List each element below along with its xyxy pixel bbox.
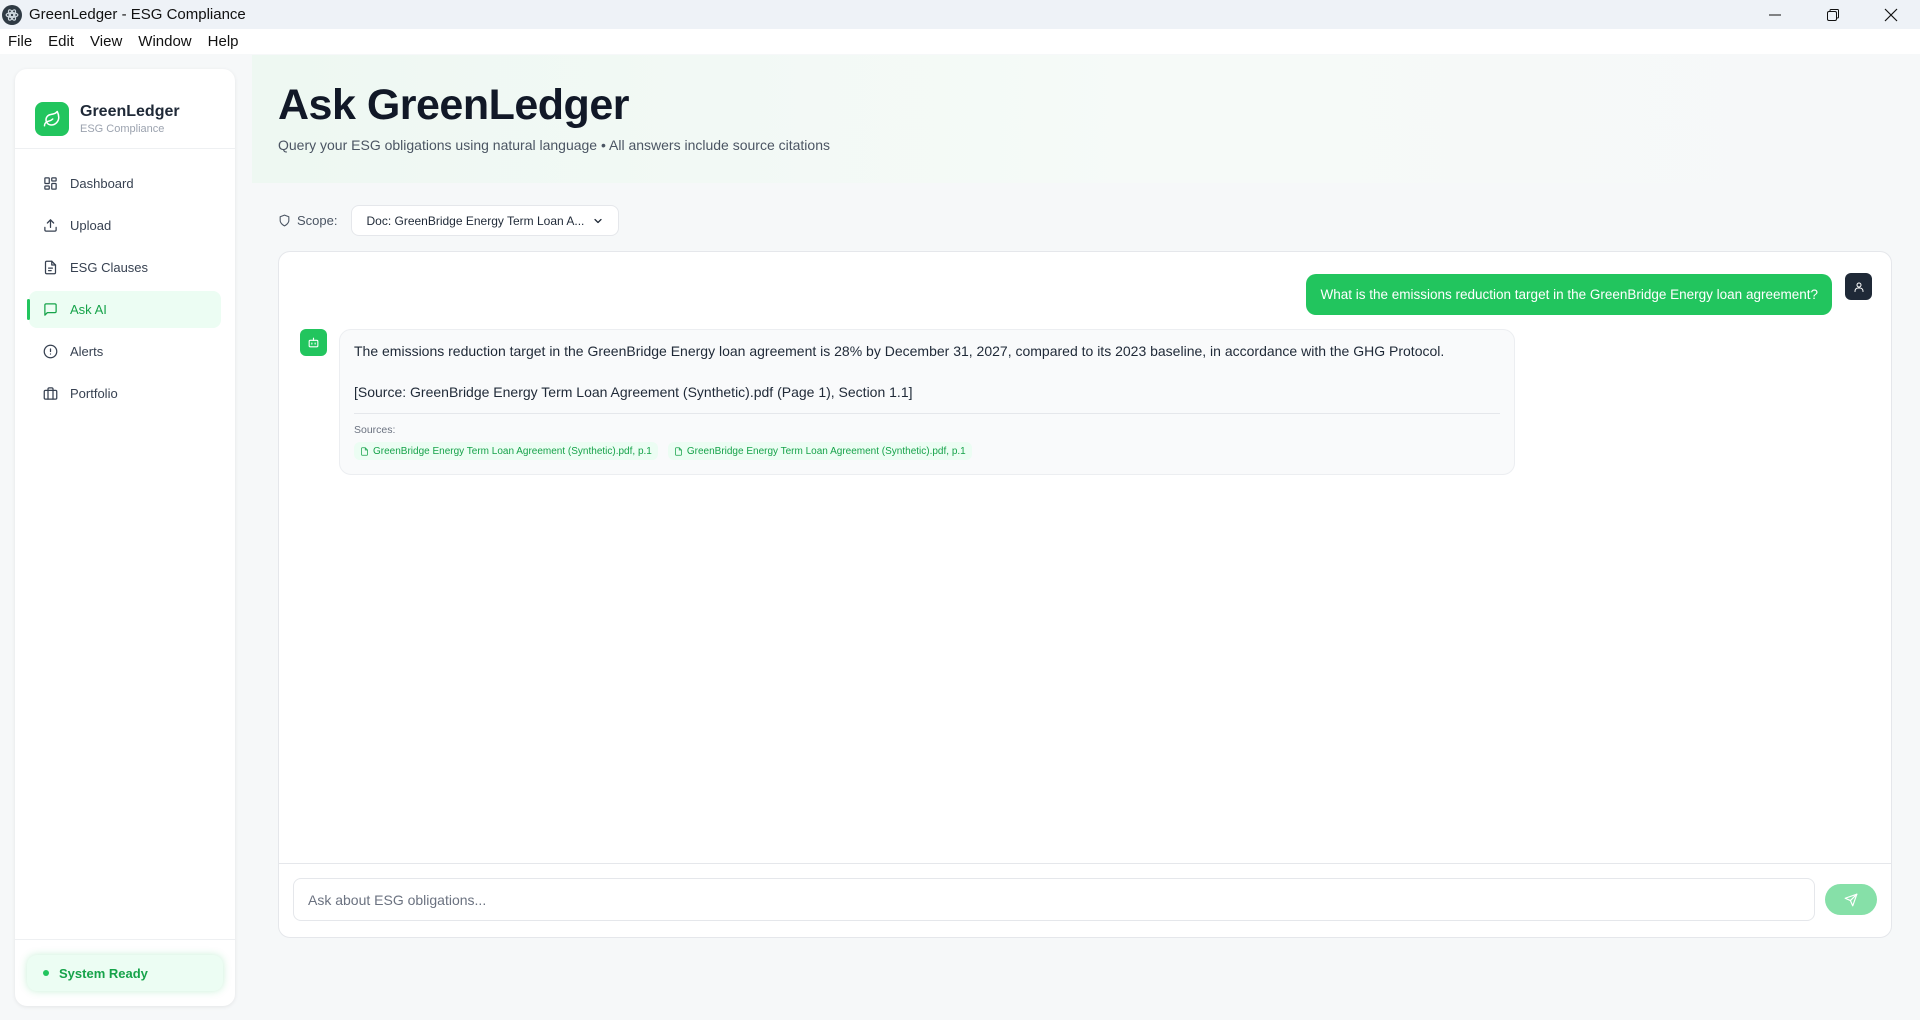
file-icon <box>361 446 368 456</box>
dashboard-icon <box>44 177 57 190</box>
brand-subtitle: ESG Compliance <box>80 123 165 135</box>
app-icon <box>2 4 22 25</box>
sidebar-item-label: Dashboard <box>70 176 134 191</box>
shield-icon <box>279 214 290 227</box>
bot-icon <box>308 337 319 348</box>
leaf-icon <box>35 102 69 136</box>
title-bar: GreenLedger - ESG Compliance <box>0 0 1920 29</box>
scope-selected: Doc: GreenBridge Energy Term Loan A... <box>366 213 585 228</box>
brand-name: GreenLedger <box>80 103 180 120</box>
close-icon <box>1884 8 1898 21</box>
page-subtitle: Query your ESG obligations using natural… <box>278 137 830 153</box>
menu-edit[interactable]: Edit <box>48 33 74 50</box>
sidebar-item-portfolio[interactable]: Portfolio <box>29 375 221 412</box>
chat-input[interactable] <box>293 878 1815 921</box>
sidebar-item-dashboard[interactable]: Dashboard <box>29 165 221 202</box>
window-title: GreenLedger - ESG Compliance <box>29 6 246 23</box>
minimize-icon <box>1769 14 1781 15</box>
send-icon <box>1844 893 1858 906</box>
restore-icon <box>1827 8 1839 21</box>
sidebar-item-label: ESG Clauses <box>70 260 149 275</box>
scope-row: Scope: Doc: GreenBridge Energy Term Loan… <box>278 205 620 236</box>
sidebar-item-ask-ai[interactable]: Ask AI <box>27 291 221 328</box>
window-controls <box>1746 0 1920 29</box>
page-header: Ask GreenLedger Query your ESG obligatio… <box>252 55 1920 183</box>
menu-view[interactable]: View <box>90 33 122 50</box>
source-chip-label: GreenBridge Energy Term Loan Agreement (… <box>373 445 652 457</box>
sidebar-item-label: Upload <box>70 218 112 233</box>
source-chip-label: GreenBridge Energy Term Loan Agreement (… <box>686 445 966 457</box>
brand: GreenLedger ESG Compliance <box>15 69 235 149</box>
close-button[interactable] <box>1862 0 1920 29</box>
chat-input-bar <box>279 863 1891 937</box>
scope-label: Scope: <box>297 213 338 228</box>
source-chip[interactable]: GreenBridge Energy Term Loan Agreement (… <box>667 442 972 460</box>
user-message: What is the emissions reduction target i… <box>1306 274 1832 315</box>
bot-message-citation: [Source: GreenBridge Energy Term Loan Ag… <box>354 384 913 400</box>
send-button[interactable] <box>1825 884 1877 915</box>
document-icon <box>44 260 57 275</box>
sidebar-item-label: Alerts <box>70 344 104 359</box>
menu-window[interactable]: Window <box>138 33 191 50</box>
sidebar: GreenLedger ESG Compliance Dashboard Upl… <box>15 69 235 1006</box>
sidebar-item-esg-clauses[interactable]: ESG Clauses <box>29 249 221 286</box>
chat-panel: What is the emissions reduction target i… <box>278 251 1892 938</box>
menu-bar: File Edit View Window Help <box>0 29 1920 54</box>
bot-message-text: The emissions reduction target in the Gr… <box>354 343 1445 359</box>
bot-avatar <box>300 329 327 356</box>
bot-message: The emissions reduction target in the Gr… <box>339 329 1515 475</box>
status-badge: System Ready <box>27 955 223 991</box>
sources-section: Sources: GreenBridge Energy Term Loan Ag… <box>354 413 1500 460</box>
scope-dropdown[interactable]: Doc: GreenBridge Energy Term Loan A... <box>351 205 620 236</box>
chevron-down-icon <box>594 218 603 223</box>
briefcase-icon <box>43 387 58 400</box>
file-icon <box>674 446 682 456</box>
page-title: Ask GreenLedger <box>278 81 629 129</box>
status-dot <box>43 970 49 976</box>
sidebar-item-upload[interactable]: Upload <box>29 207 221 244</box>
alert-icon <box>43 344 58 359</box>
minimize-button[interactable] <box>1746 0 1804 29</box>
status-area: System Ready <box>15 939 235 1006</box>
sidebar-nav: Dashboard Upload ESG Clauses Ask AI Aler… <box>15 149 235 412</box>
chat-icon <box>44 303 57 316</box>
status-label: System Ready <box>59 965 148 981</box>
upload-icon <box>44 219 57 232</box>
restore-button[interactable] <box>1804 0 1862 29</box>
menu-file[interactable]: File <box>8 33 32 50</box>
source-chip[interactable]: GreenBridge Energy Term Loan Agreement (… <box>354 442 658 460</box>
sidebar-item-label: Portfolio <box>70 386 118 401</box>
sources-label: Sources: <box>354 424 396 436</box>
sidebar-item-label: Ask AI <box>70 302 107 317</box>
user-icon <box>1854 282 1863 292</box>
menu-help[interactable]: Help <box>208 33 239 50</box>
user-avatar <box>1845 273 1872 300</box>
sidebar-item-alerts[interactable]: Alerts <box>29 333 221 370</box>
